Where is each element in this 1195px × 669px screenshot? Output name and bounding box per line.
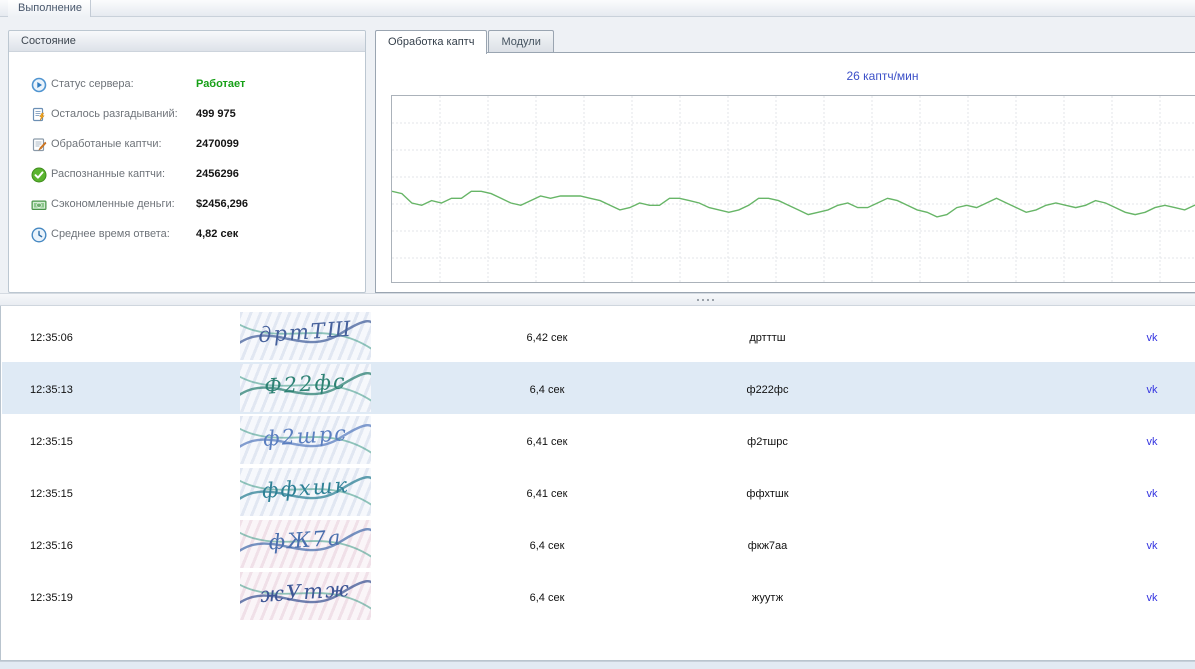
row-duration: 6,41 сек	[526, 488, 568, 500]
table-row[interactable]: 12:35:19 жУтж 6,4 сек жуутж vk	[2, 570, 1195, 622]
play-icon	[31, 77, 47, 93]
status-item-5: Сэкономленные деньги: $2456,296	[9, 195, 365, 215]
row-answer: ффхтшк	[746, 488, 789, 500]
main-window: Выполнение Состояние Статус сервера: Рабо…	[0, 0, 1195, 669]
row-source-link[interactable]: vk	[1130, 488, 1174, 500]
splitter-grip-icon	[697, 299, 714, 301]
row-time: 12:35:16	[30, 540, 73, 552]
status-item-value: 4,82 сек	[196, 228, 239, 240]
row-source-link[interactable]: vk	[1130, 592, 1174, 604]
tab-captcha-processing[interactable]: Обработка каптч	[375, 30, 488, 54]
row-source-link[interactable]: vk	[1130, 332, 1174, 344]
status-item-label: Обработаные каптчи:	[51, 138, 162, 150]
bottom-border-strip	[0, 661, 1195, 669]
captcha-image: ф2шрс	[240, 416, 371, 464]
status-item-value: 2456296	[196, 168, 239, 180]
row-source-link[interactable]: vk	[1130, 436, 1174, 448]
status-item-label: Осталось разгадываний:	[51, 108, 178, 120]
status-panel-title: Состояние	[9, 31, 365, 52]
status-item-1: Статус сервера: Работает	[9, 75, 365, 95]
status-item-label: Среднее время ответа:	[51, 228, 170, 240]
tab-execution[interactable]: Выполнение	[8, 0, 91, 17]
row-time: 12:35:06	[30, 332, 73, 344]
status-item-value: Работает	[196, 78, 246, 90]
queue-icon	[31, 107, 47, 123]
chart-canvas	[392, 96, 1195, 282]
top-tab-strip: Выполнение	[0, 0, 1195, 17]
status-item-2: Осталось разгадываний: 499 975	[9, 105, 365, 125]
right-tab-strip: Обработка каптч Модули	[375, 30, 555, 54]
row-answer: жуутж	[751, 592, 784, 604]
status-item-label: Сэкономленные деньги:	[51, 198, 175, 210]
row-duration: 6,4 сек	[529, 540, 565, 552]
captcha-rate-chart	[391, 95, 1195, 283]
row-source-link[interactable]: vk	[1130, 384, 1174, 396]
status-item-4: Распознанные каптчи: 2456296	[9, 165, 365, 185]
row-time: 12:35:15	[30, 436, 73, 448]
horizontal-splitter[interactable]	[0, 293, 1195, 306]
tab-modules[interactable]: Модули	[488, 30, 554, 53]
captcha-log-table: 12:35:06 дртТШ 6,42 сек дртттш vk 12:35:13 Ф22…	[0, 306, 1195, 661]
row-duration: 6,4 сек	[529, 592, 565, 604]
row-answer: дртттш	[749, 332, 786, 344]
status-panel: Состояние Статус сервера: Работает Осталос…	[8, 30, 366, 293]
row-duration: 6,4 сек	[529, 384, 565, 396]
row-duration: 6,42 сек	[526, 332, 568, 344]
status-item-value: 499 975	[196, 108, 236, 120]
table-row[interactable]: 12:35:15 ффхшк 6,41 сек ффхтшк vk	[2, 466, 1195, 518]
captcha-image: ффхшк	[240, 468, 371, 516]
row-source-link[interactable]: vk	[1130, 540, 1174, 552]
table-row[interactable]: 12:35:16 фЖ7а 6,4 сек фкж7аа vk	[2, 518, 1195, 570]
row-time: 12:35:15	[30, 488, 73, 500]
captcha-image: Ф22фс	[240, 364, 371, 412]
money-icon	[31, 197, 47, 213]
row-answer: ф222фс	[746, 384, 789, 396]
processed-icon	[31, 137, 47, 153]
table-row[interactable]: 12:35:15 ф2шрс 6,41 сек ф2тшрс vk	[2, 414, 1195, 466]
status-item-6: Среднее время ответа: 4,82 сек	[9, 225, 365, 245]
table-row[interactable]: 12:35:13 Ф22фс 6,4 сек ф222фс vk	[2, 362, 1195, 414]
row-time: 12:35:19	[30, 592, 73, 604]
row-duration: 6,41 сек	[526, 436, 568, 448]
recognized-icon	[31, 167, 47, 183]
table-row[interactable]: 12:35:06 дртТШ 6,42 сек дртттш vk	[2, 310, 1195, 362]
row-answer: фкж7аа	[747, 540, 788, 552]
row-time: 12:35:13	[30, 384, 73, 396]
captcha-image: фЖ7а	[240, 520, 371, 568]
status-item-3: Обработаные каптчи: 2470099	[9, 135, 365, 155]
status-item-value: 2470099	[196, 138, 239, 150]
chart-title: 26 каптч/мин	[846, 69, 919, 83]
captcha-processing-panel: 26 каптч/мин	[375, 52, 1195, 293]
clock-icon	[31, 227, 47, 243]
captcha-image: дртТШ	[240, 312, 371, 360]
status-item-label: Распознанные каптчи:	[51, 168, 166, 180]
status-item-label: Статус сервера:	[51, 78, 134, 90]
status-item-value: $2456,296	[196, 198, 248, 210]
row-answer: ф2тшрс	[747, 436, 788, 448]
captcha-image: жУтж	[240, 572, 371, 620]
